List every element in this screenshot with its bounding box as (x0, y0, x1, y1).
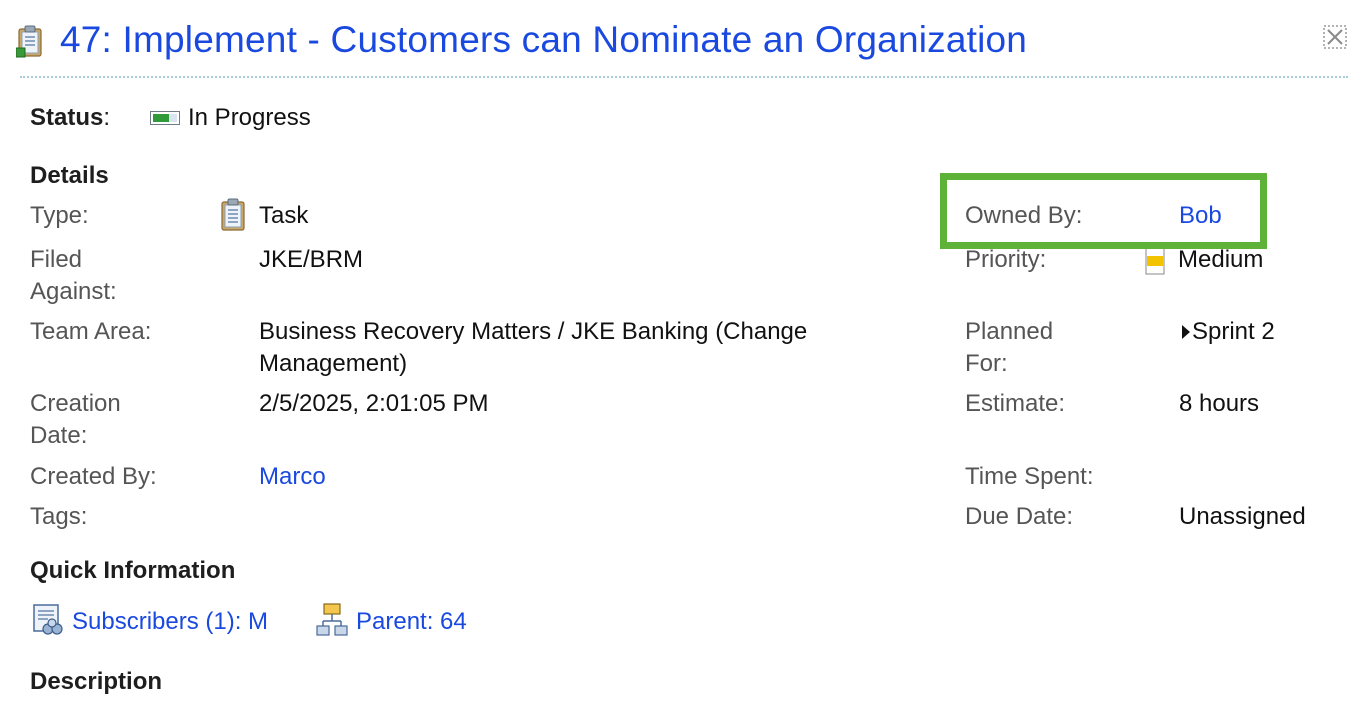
created-by-label: Created By: (30, 463, 157, 490)
subscribers-link[interactable]: Subscribers (1): M (72, 606, 268, 638)
type-label: Type: (30, 202, 89, 229)
due-date-value[interactable]: Unassigned (1179, 501, 1306, 533)
filed-against-value[interactable]: JKE/BRM (259, 244, 363, 276)
task-type-icon (221, 198, 245, 231)
details-heading: Details (30, 162, 109, 189)
page-title: 47: Implement - Customers can Nominate a… (60, 19, 1028, 60)
subscribers-icon (33, 604, 63, 635)
created-by-link[interactable]: Marco (259, 461, 326, 493)
owned-by-label: Owned By: (965, 202, 1083, 229)
work-item-page: 47: Implement - Customers can Nominate a… (0, 0, 1368, 724)
team-area-value[interactable]: Business Recovery Matters / JKE Banking … (259, 316, 899, 380)
due-date-label: Due Date: (965, 503, 1074, 530)
estimate-value[interactable]: 8 hours (1179, 388, 1259, 420)
type-value[interactable]: Task (259, 200, 308, 232)
caret-right-icon (1182, 325, 1190, 339)
creation-date-value: 2/5/2025, 2:01:05 PM (259, 390, 489, 417)
owned-by-link[interactable]: Bob (1179, 200, 1222, 232)
planned-for-value[interactable]: Sprint 2 (1192, 316, 1275, 348)
estimate-label: Estimate: (965, 390, 1066, 417)
tags-label: Tags: (30, 503, 88, 530)
close-icon[interactable] (1322, 24, 1348, 50)
team-area-label: Team Area: (30, 318, 152, 345)
status-label: Status: (30, 104, 111, 131)
parent-hierarchy-icon (316, 603, 348, 636)
filed-against-label: Filed Against: (30, 246, 117, 305)
task-icon (16, 25, 42, 58)
creation-date-label: Creation Date: (30, 390, 121, 449)
planned-for-label: Planned For: (965, 318, 1054, 377)
in-progress-status-icon (150, 111, 180, 125)
title-divider (20, 76, 1348, 78)
description-heading: Description (30, 668, 163, 695)
time-spent-label: Time Spent: (965, 463, 1094, 490)
status-value[interactable]: In Progress (188, 102, 311, 134)
quick-information-heading: Quick Information (30, 557, 236, 584)
parent-link[interactable]: Parent: 64 (356, 606, 467, 638)
